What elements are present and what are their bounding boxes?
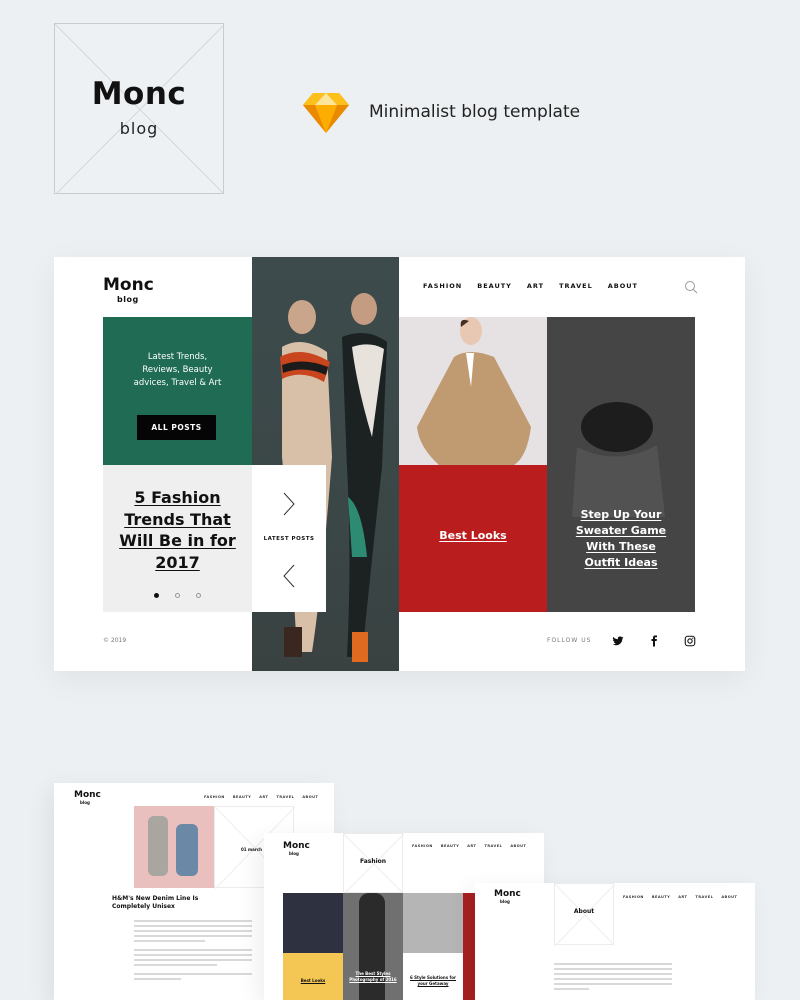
slider-dot-3[interactable] xyxy=(196,593,201,598)
preview-about-logo: Monc blog xyxy=(494,889,521,904)
follow-us-label: FOLLOW US xyxy=(547,637,592,644)
slider-dot-1[interactable] xyxy=(154,593,159,598)
hero-intro-text: Latest Trends, Reviews, Beauty advices, … xyxy=(133,352,222,388)
preview-category-heading-box: Fashion xyxy=(343,833,405,895)
tagline: Minimalist blog template xyxy=(369,102,581,122)
preview-post-logo: Monc blog xyxy=(74,790,101,805)
mock-brand-sub: blog xyxy=(117,295,139,304)
arrow-left-icon[interactable] xyxy=(280,563,298,589)
mock-brand: Monc xyxy=(103,275,154,295)
slider-dot-2[interactable] xyxy=(175,593,180,598)
nav-art[interactable]: ART xyxy=(527,282,544,290)
nav-beauty[interactable]: BEAUTY xyxy=(477,282,512,290)
preview-about-heading-box: About xyxy=(554,883,616,947)
sweater-model-illustration xyxy=(572,402,665,517)
nav-travel[interactable]: TRAVEL xyxy=(559,282,593,290)
card-best-looks-title[interactable]: Best Looks xyxy=(399,529,547,542)
featured-post-title[interactable]: 5 Fashion Trends That Will Be in for 201… xyxy=(103,487,252,573)
card-best-looks[interactable]: Best Looks xyxy=(399,465,547,612)
preview-card-style-solutions: 6 Style Solutions for your Getaway xyxy=(403,893,463,1000)
preview-card-best-looks: Best Looks xyxy=(283,893,343,1000)
card-sweater[interactable]: Step Up Your Sweater Game With These Out… xyxy=(547,317,695,612)
card-image-coat xyxy=(399,317,547,465)
preview-post-body xyxy=(134,920,252,983)
brand-sub: blog xyxy=(119,119,159,138)
arrow-right-icon[interactable] xyxy=(280,491,298,517)
preview-about-body xyxy=(554,963,672,993)
preview-about-page: Monc blog About FASHION BEAUTY ART TRAVEL ABO… xyxy=(475,883,755,1000)
slider-dots xyxy=(103,583,252,602)
nav-fashion[interactable]: FASHION xyxy=(423,282,462,290)
card-sweater-title[interactable]: Step Up Your Sweater Game With These Out… xyxy=(547,507,695,571)
coat-model-illustration xyxy=(417,317,531,465)
brand-name: Monc xyxy=(91,76,187,112)
facebook-icon[interactable] xyxy=(648,635,660,647)
preview-about-heading: About xyxy=(573,908,595,915)
preview-post-date: 01 march xyxy=(241,847,263,852)
preview-category-logo: Monc blog xyxy=(283,841,310,856)
preview-post-title: H&M's New Denim Line Is Completely Unise… xyxy=(112,895,199,910)
latest-posts-label: LATEST POSTS xyxy=(263,536,315,542)
preview-post-menu: FASHION BEAUTY ART TRAVEL ABOUT xyxy=(204,795,319,799)
preview-post-image xyxy=(134,806,214,888)
all-posts-button[interactable]: ALL POSTS xyxy=(137,415,216,440)
homepage-mockup: Monc blog Latest Trends, Reviews, Beauty… xyxy=(54,257,745,671)
sketch-diamond-icon xyxy=(303,93,349,133)
logo-placeholder: Monc blog xyxy=(54,23,224,194)
featured-post: 5 Fashion Trends That Will Be in for 201… xyxy=(103,465,252,612)
instagram-icon[interactable] xyxy=(684,635,696,647)
search-icon[interactable] xyxy=(684,280,698,294)
mock-logo[interactable]: Monc blog xyxy=(103,275,154,304)
twitter-icon[interactable] xyxy=(612,635,624,647)
preview-category-menu: FASHION BEAUTY ART TRAVEL ABOUT xyxy=(412,844,527,848)
latest-posts-nav: LATEST POSTS xyxy=(252,465,326,612)
preview-card-best-styles: The Best Styles Photography of 2016 xyxy=(343,893,403,1000)
preview-category-heading: Fashion xyxy=(359,858,387,865)
copyright: © 2019 xyxy=(103,637,127,644)
preview-about-menu: FASHION BEAUTY ART TRAVEL ABOUT xyxy=(623,895,738,899)
hero-intro-panel: Latest Trends, Reviews, Beauty advices, … xyxy=(103,317,252,465)
main-nav: FASHION BEAUTY ART TRAVEL ABOUT xyxy=(423,282,653,290)
nav-about[interactable]: ABOUT xyxy=(608,282,638,290)
